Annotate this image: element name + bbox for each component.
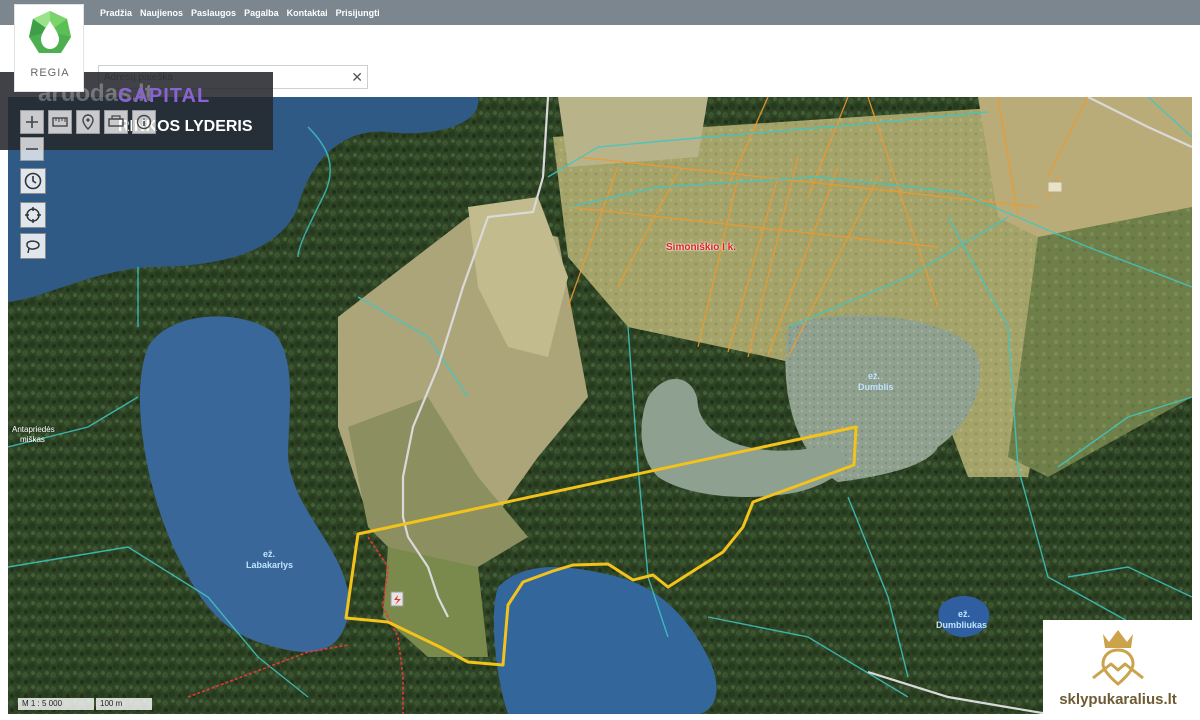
lake-labakarlys-prefix: ež. [263,549,276,559]
page-right-margin [1192,25,1200,720]
lake-dumblis-prefix: ež. [868,371,881,381]
lake-dumbliukas-label: Dumbliukas [936,620,988,630]
field-light [558,97,708,167]
minus-icon [26,148,38,150]
clock-icon [24,172,42,190]
village-label: Simoniškio I k. [666,242,737,253]
print-button[interactable] [104,110,128,134]
sklypukaralius-brand-name: sklypukaralius.lt [1059,691,1177,708]
nav-news[interactable]: Naujienos [140,8,183,18]
sklypukaralius-brand[interactable]: sklypukaralius.lt [1043,620,1193,716]
top-navigation-bar: Pradžia Naujienos Paslaugos Pagalba Kont… [0,0,1200,25]
clear-search-icon[interactable]: ✕ [351,69,363,86]
capital-brand-text: CAPITAL [118,85,211,107]
map-scale: M 1 : 5 000 100 m [18,698,152,710]
zoom-out-button[interactable] [20,137,44,161]
regia-logo[interactable]: REGIA [14,4,84,92]
locate-me-button[interactable] [20,202,46,228]
map-toolbar [20,110,156,134]
map-app: Pradžia Naujienos Paslaugos Pagalba Kont… [0,0,1200,720]
measure-tool-button[interactable] [48,110,72,134]
lake-labakarlys-label: Labakarlys [246,560,294,570]
print-icon [108,115,124,127]
nav-services[interactable]: Paslaugos [191,8,236,18]
regia-emblem-icon [29,11,71,53]
crown-pin-logo-icon [1092,630,1144,686]
history-button[interactable] [20,168,46,194]
zoom-in-button[interactable] [20,110,44,134]
satellite-map[interactable] [8,97,1192,714]
building-marker[interactable] [390,591,404,607]
crosshair-icon [25,207,41,223]
map-pin-icon [82,114,94,130]
map-canvas[interactable]: Simoniškio I k. ež. Dumblis ež. Labakarl… [8,97,1192,714]
regia-logo-text: REGIA [30,67,70,79]
forest-name-label-2: miškas [20,435,45,444]
forest-name-label: Antapriedės [12,425,55,434]
nav-login[interactable]: Prisijungti [336,8,380,18]
info-button[interactable] [132,110,156,134]
plus-icon [26,116,38,128]
draw-area-button[interactable] [20,233,46,259]
nav-home[interactable]: Pradžia [100,8,132,18]
place-marker-button[interactable] [76,110,100,134]
lasso-icon [26,240,40,254]
farm-building [1047,181,1063,193]
info-circle-icon [136,114,152,130]
lake-dumblis-label: Dumblis [858,382,894,392]
lake-dumbliukas-prefix: ež. [958,609,971,619]
scale-ratio: M 1 : 5 000 [18,698,94,710]
scale-distance: 100 m [96,698,152,710]
ruler-icon [52,117,68,127]
nav-help[interactable]: Pagalba [244,8,279,18]
nav-contacts[interactable]: Kontaktai [287,8,328,18]
main-nav: Pradžia Naujienos Paslaugos Pagalba Kont… [100,0,380,25]
